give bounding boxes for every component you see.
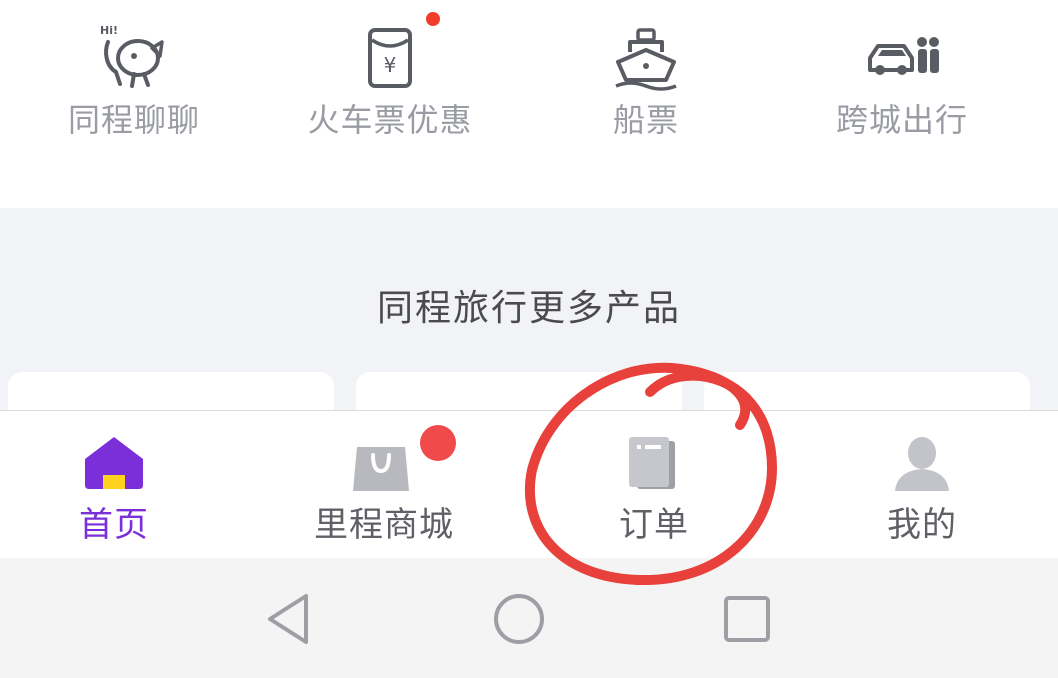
home-icon <box>85 437 143 489</box>
red-envelope-icon: ¥ <box>368 28 412 88</box>
user-icon <box>895 437 949 491</box>
tab-orders[interactable]: 订单 <box>524 411 784 559</box>
home-circle-icon[interactable] <box>484 584 554 654</box>
quick-item-ferry[interactable]: 船票 <box>526 0 766 150</box>
quick-item-train-deals[interactable]: ¥ 火车票优惠 <box>270 0 510 150</box>
quick-item-chat[interactable]: Hi! 同程聊聊 <box>14 0 254 150</box>
tab-mileage-mall[interactable]: 里程商城 <box>254 411 514 559</box>
svg-text:¥: ¥ <box>384 53 397 77</box>
tab-label: 订单 <box>619 505 689 545</box>
car-people-icon <box>868 37 939 75</box>
quick-access-grid: Hi! 同程聊聊 ¥ 火车票优惠 船票 跨城出行 <box>0 0 1058 208</box>
shopping-bag-icon <box>353 447 409 491</box>
more-products-title: 同程旅行更多产品 <box>376 288 681 329</box>
notification-dot <box>420 425 456 461</box>
quick-item-label: 同程聊聊 <box>67 101 200 139</box>
quick-item-label: 船票 <box>612 101 679 139</box>
quick-item-label: 火车票优惠 <box>307 101 473 139</box>
chat-mascot-icon: Hi! <box>100 24 164 88</box>
quick-item-label: 跨城出行 <box>835 101 968 139</box>
system-nav-bar <box>0 558 1058 678</box>
bottom-tab-bar: 首页 里程商城 订单 我的 <box>0 410 1058 559</box>
tab-profile[interactable]: 我的 <box>792 411 1052 559</box>
tab-label: 我的 <box>887 505 957 545</box>
tab-home[interactable]: 首页 <box>0 411 244 559</box>
ship-icon <box>615 28 677 91</box>
app-screen: Hi! 同程聊聊 ¥ 火车票优惠 船票 跨城出行 同程旅行更多产品 首页 里程商… <box>0 0 1058 678</box>
recents-square-icon[interactable] <box>712 584 782 654</box>
order-notebook-icon <box>629 437 675 489</box>
notification-dot <box>426 12 440 26</box>
svg-text:Hi!: Hi! <box>100 24 118 37</box>
back-icon[interactable] <box>254 584 324 654</box>
tab-label: 里程商城 <box>314 505 454 545</box>
tab-label: 首页 <box>79 505 149 545</box>
quick-item-intercity[interactable]: 跨城出行 <box>782 0 1022 150</box>
